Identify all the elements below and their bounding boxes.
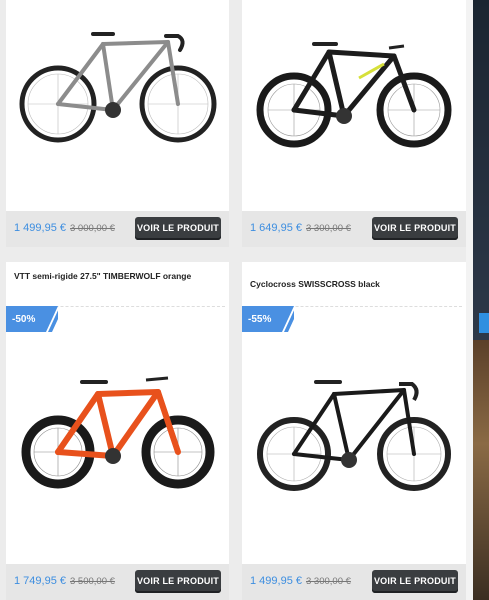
view-product-button[interactable]: VOIR LE PRODUIT [135,217,221,240]
old-price: 3 500,00 € [70,576,115,587]
old-price: 3 300,00 € [306,576,351,587]
product-image[interactable] [18,370,218,500]
product-card: VTT semi-rigide 27.5" TIMBERWOLF orange … [6,262,229,600]
old-price: 3 300,00 € [306,223,351,234]
current-price: 1 649,95 € [250,222,302,234]
product-footer: 1 649,95 € 3 300,00 € VOIR LE PRODUIT [242,211,466,247]
product-footer: 1 499,95 € 3 300,00 € VOIR LE PRODUIT [242,564,466,600]
promo-button[interactable] [479,313,489,333]
view-product-button[interactable]: VOIR LE PRODUIT [372,217,458,240]
current-price: 1 499,95 € [14,222,66,234]
old-price: 3 000,00 € [70,223,115,234]
product-footer: 1 499,95 € 3 000,00 € VOIR LE PRODUIT [6,211,229,247]
view-product-button[interactable]: VOIR LE PRODUIT [372,570,458,593]
discount-label: -50% [12,314,36,325]
price: 1 749,95 € 3 500,00 € [14,575,115,587]
view-product-button[interactable]: VOIR LE PRODUIT [135,570,221,593]
product-footer: 1 749,95 € 3 500,00 € VOIR LE PRODUIT [6,564,229,600]
current-price: 1 499,95 € [250,575,302,587]
product-card: 1 499,95 € 3 000,00 € VOIR LE PRODUIT [6,0,229,247]
discount-label: -55% [248,314,272,325]
gutter [466,0,473,600]
promo-photo [473,340,489,600]
product-image[interactable] [18,22,218,152]
price: 1 499,95 € 3 300,00 € [250,575,351,587]
price: 1 649,95 € 3 300,00 € [250,222,351,234]
product-title[interactable]: VTT semi-rigide 27.5" TIMBERWOLF orange [14,270,219,283]
product-image[interactable] [254,38,454,158]
current-price: 1 749,95 € [14,575,66,587]
product-title[interactable]: Cyclocross SWISSCROSS black [250,278,456,291]
product-card: Cyclocross SWISSCROSS black -55% 1 499,9… [242,262,466,600]
product-card: 1 649,95 € 3 300,00 € VOIR LE PRODUIT [242,0,466,247]
product-image[interactable] [254,372,454,502]
promo-banner[interactable] [473,0,489,600]
price: 1 499,95 € 3 000,00 € [14,222,115,234]
